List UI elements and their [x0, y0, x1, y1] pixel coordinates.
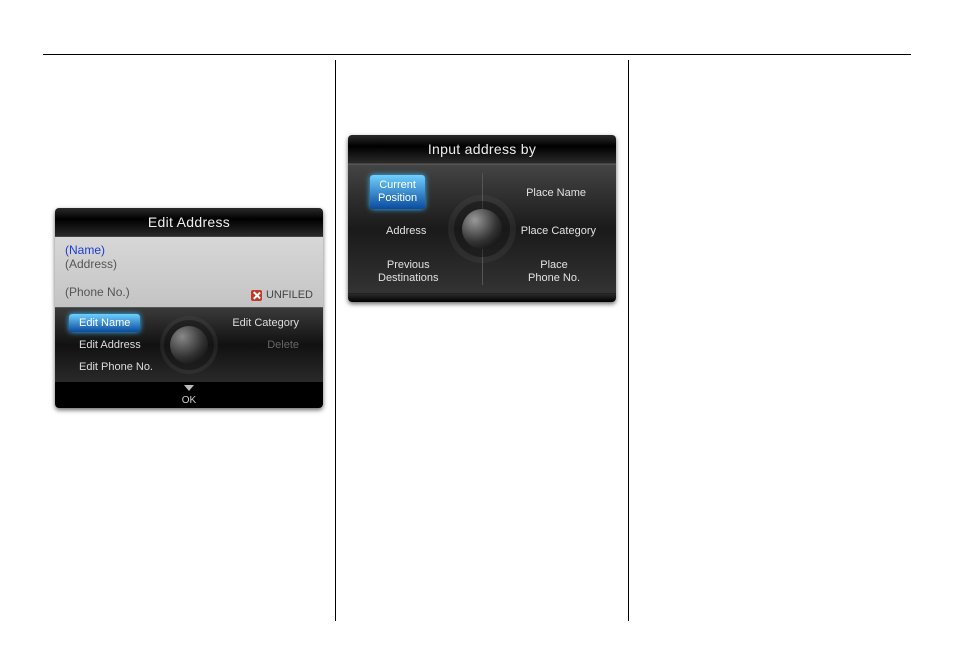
ok-label: OK — [182, 395, 196, 406]
edit-menu: Edit Name Edit Address Edit Phone No. Ed… — [55, 307, 323, 382]
screen-title: Edit Address — [55, 208, 323, 237]
screen-title: Input address by — [348, 135, 616, 164]
name-placeholder: (Name) — [65, 243, 313, 257]
unfiled-badge: UNFILED — [251, 289, 313, 301]
column-3 — [629, 60, 911, 621]
input-address-screen: Input address by Current Position Addres… — [348, 135, 616, 302]
unfiled-icon — [251, 290, 262, 301]
screen-footer — [348, 294, 616, 302]
rotary-knob[interactable] — [170, 326, 208, 364]
address-option[interactable]: Address — [378, 221, 434, 242]
horizontal-rule — [43, 54, 911, 55]
rotary-knob[interactable] — [462, 209, 502, 249]
edit-name-option[interactable]: Edit Name — [69, 314, 140, 332]
column-1: Edit Address (Name) (Address) (Phone No.… — [43, 60, 335, 621]
edit-phone-option[interactable]: Edit Phone No. — [69, 358, 163, 376]
input-menu: Current Position Address Previous Destin… — [348, 164, 616, 294]
previous-destinations-option[interactable]: Previous Destinations — [370, 255, 447, 289]
info-panel: (Name) (Address) (Phone No.) UNFILED — [55, 237, 323, 307]
chevron-down-icon — [184, 385, 194, 391]
delete-option[interactable]: Delete — [257, 336, 309, 354]
edit-category-option[interactable]: Edit Category — [222, 314, 309, 332]
address-placeholder: (Address) — [65, 257, 313, 271]
column-2: Input address by Current Position Addres… — [336, 60, 628, 621]
current-position-option[interactable]: Current Position — [370, 175, 425, 209]
unfiled-label: UNFILED — [266, 289, 313, 301]
ok-bar[interactable]: OK — [55, 382, 323, 408]
place-phone-option[interactable]: Place Phone No. — [520, 255, 588, 289]
edit-address-option[interactable]: Edit Address — [69, 336, 151, 354]
place-category-option[interactable]: Place Category — [513, 221, 604, 242]
place-name-option[interactable]: Place Name — [518, 183, 594, 204]
edit-address-screen: Edit Address (Name) (Address) (Phone No.… — [55, 208, 323, 408]
